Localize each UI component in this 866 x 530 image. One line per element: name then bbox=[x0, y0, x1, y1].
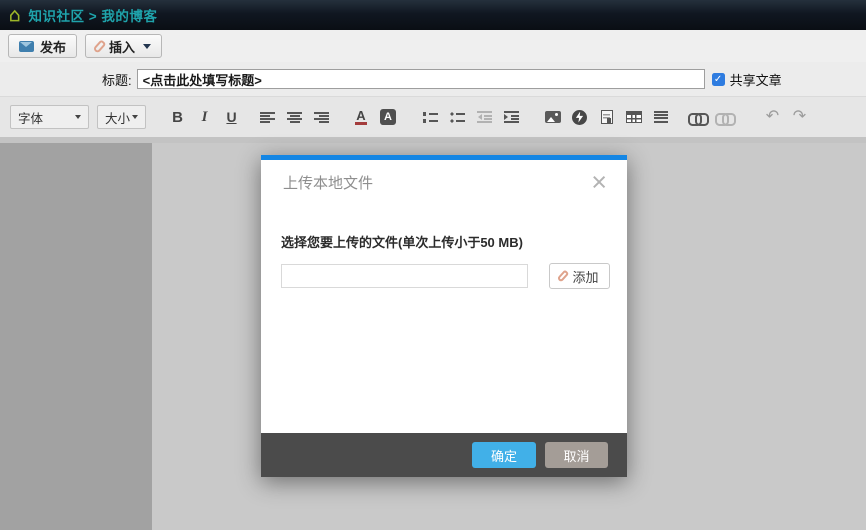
undo-icon: ↶ bbox=[766, 109, 779, 125]
upload-dialog: 上传本地文件 × 选择您要上传的文件(单次上传小于50 MB) 添加 确定 取消 bbox=[261, 155, 627, 477]
italic-icon: I bbox=[202, 109, 208, 126]
share-checkbox[interactable] bbox=[712, 73, 725, 86]
dialog-footer: 确定 取消 bbox=[261, 433, 627, 477]
outdent-button[interactable] bbox=[471, 104, 498, 131]
align-right-button[interactable] bbox=[308, 104, 335, 131]
format-toolbar: 字体 大小 B I U A A ↶ ↷ bbox=[0, 96, 866, 137]
dialog-header: 上传本地文件 × bbox=[261, 160, 627, 204]
file-path-input[interactable] bbox=[281, 264, 528, 288]
bold-button[interactable]: B bbox=[164, 104, 191, 131]
unlink-icon bbox=[715, 113, 732, 122]
close-icon[interactable]: × bbox=[591, 171, 607, 193]
editor-left-margin bbox=[0, 143, 152, 530]
chevron-down-icon bbox=[132, 115, 138, 119]
ok-button[interactable]: 确定 bbox=[472, 442, 536, 468]
image-icon bbox=[545, 111, 561, 123]
bold-icon: B bbox=[172, 109, 183, 126]
publish-button-label: 发布 bbox=[40, 37, 66, 56]
action-toolbar: 发布 插入 bbox=[0, 30, 866, 62]
background-color-button[interactable]: A bbox=[376, 104, 403, 131]
title-label: 标题: bbox=[102, 70, 132, 89]
home-icon[interactable]: ⌂ bbox=[9, 6, 20, 25]
add-file-button-label: 添加 bbox=[572, 267, 598, 286]
insert-button-label: 插入 bbox=[109, 37, 135, 56]
file-hint-text: 选择您要上传的文件(单次上传小于50 MB) bbox=[281, 232, 610, 251]
title-input[interactable] bbox=[137, 69, 705, 89]
add-file-button[interactable]: 添加 bbox=[549, 263, 610, 289]
insert-button[interactable]: 插入 bbox=[85, 34, 162, 58]
redo-button[interactable]: ↷ bbox=[786, 104, 813, 131]
italic-button[interactable]: I bbox=[191, 104, 218, 131]
outdent-icon bbox=[477, 111, 492, 123]
breadcrumb[interactable]: 知识社区 > 我的博客 bbox=[28, 5, 157, 25]
indent-button[interactable] bbox=[498, 104, 525, 131]
flash-icon bbox=[572, 110, 587, 125]
blog-editor-app: ⌂ 知识社区 > 我的博客 发布 插入 标题: 共享文章 字体 大小 B I bbox=[0, 0, 866, 530]
align-center-icon bbox=[287, 112, 302, 123]
insert-file-button[interactable] bbox=[593, 104, 620, 131]
underline-icon: U bbox=[226, 109, 236, 125]
align-center-button[interactable] bbox=[281, 104, 308, 131]
chevron-down-icon bbox=[143, 44, 151, 49]
align-left-icon bbox=[260, 112, 275, 123]
file-row: 添加 bbox=[281, 263, 610, 289]
unlink-button[interactable] bbox=[710, 104, 737, 131]
share-label: 共享文章 bbox=[730, 70, 782, 89]
background-color-icon: A bbox=[380, 109, 396, 125]
envelope-icon bbox=[19, 41, 34, 52]
size-dropdown[interactable]: 大小 bbox=[97, 105, 146, 129]
insert-link-button[interactable] bbox=[683, 104, 710, 131]
align-right-icon bbox=[314, 112, 329, 123]
font-dropdown-label: 字体 bbox=[18, 108, 43, 127]
line-height-button[interactable] bbox=[647, 104, 674, 131]
paperclip-icon bbox=[93, 39, 107, 53]
text-color-button[interactable]: A bbox=[349, 104, 376, 131]
table-icon bbox=[626, 111, 642, 123]
dialog-title: 上传本地文件 bbox=[283, 172, 373, 193]
top-navbar: ⌂ 知识社区 > 我的博客 bbox=[0, 0, 866, 30]
text-color-icon: A bbox=[355, 109, 366, 125]
unordered-list-button[interactable] bbox=[444, 104, 471, 131]
underline-button[interactable]: U bbox=[218, 104, 245, 131]
unordered-list-icon bbox=[450, 112, 465, 123]
chevron-down-icon bbox=[75, 115, 81, 119]
link-icon bbox=[688, 113, 705, 122]
align-left-button[interactable] bbox=[254, 104, 281, 131]
paperclip-icon bbox=[557, 270, 569, 283]
indent-icon bbox=[504, 111, 519, 123]
dialog-body: 选择您要上传的文件(单次上传小于50 MB) 添加 bbox=[261, 204, 627, 433]
insert-flash-button[interactable] bbox=[566, 104, 593, 131]
insert-table-button[interactable] bbox=[620, 104, 647, 131]
title-row: 标题: 共享文章 bbox=[0, 62, 866, 96]
font-dropdown[interactable]: 字体 bbox=[10, 105, 89, 129]
undo-button[interactable]: ↶ bbox=[759, 104, 786, 131]
ordered-list-button[interactable] bbox=[417, 104, 444, 131]
insert-image-button[interactable] bbox=[539, 104, 566, 131]
line-height-icon bbox=[654, 111, 668, 123]
publish-button[interactable]: 发布 bbox=[8, 34, 77, 58]
file-icon bbox=[601, 110, 613, 124]
cancel-button[interactable]: 取消 bbox=[545, 442, 608, 468]
ordered-list-icon bbox=[423, 112, 438, 123]
redo-icon: ↷ bbox=[793, 109, 806, 125]
size-dropdown-label: 大小 bbox=[105, 108, 130, 127]
